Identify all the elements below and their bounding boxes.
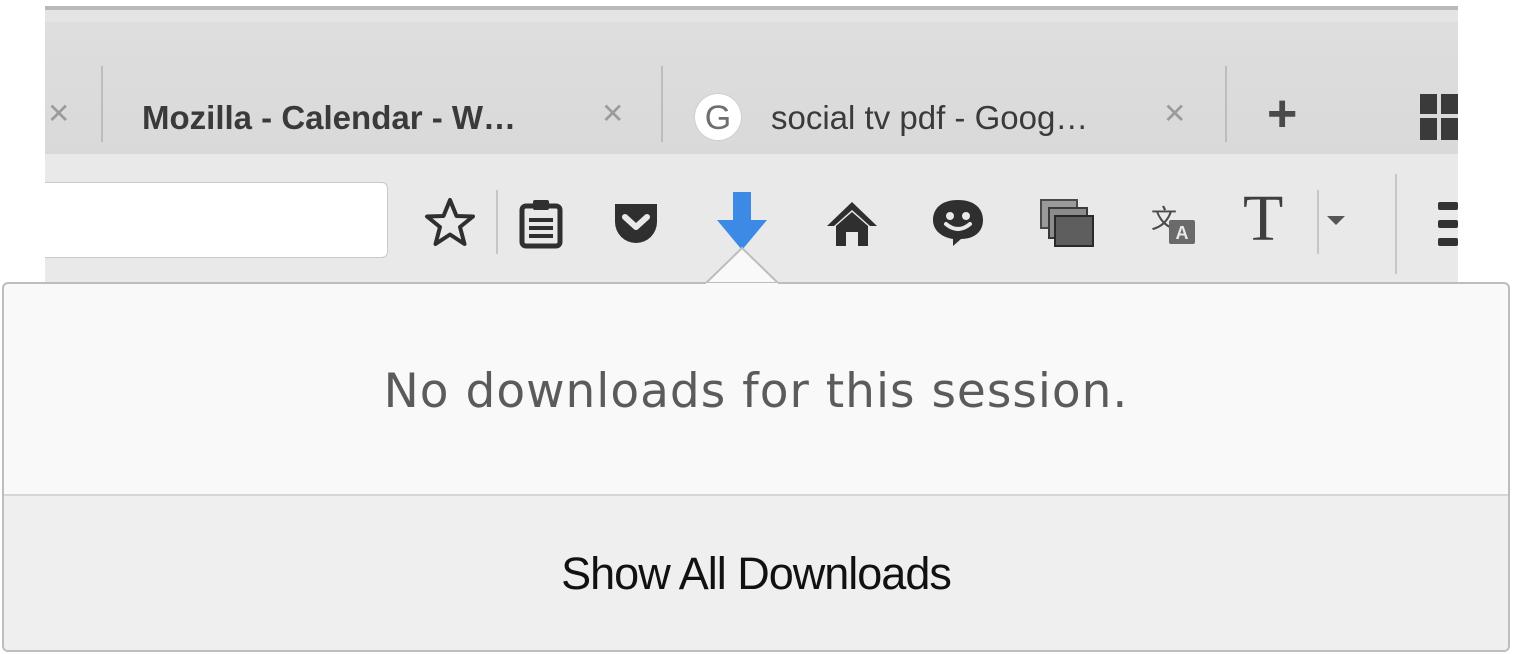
tab-title: Mozilla - Calendar - W… bbox=[142, 99, 517, 136]
font-t-icon[interactable]: T bbox=[1243, 184, 1283, 254]
url-bar[interactable] bbox=[45, 182, 388, 258]
downloads-panel: No downloads for this session. Show All … bbox=[2, 282, 1510, 652]
tab-strip: ✕ Mozilla - Calendar - W… ✕ G social tv … bbox=[45, 22, 1458, 156]
translate-icon[interactable]: 文 A bbox=[1145, 194, 1203, 252]
panel-arrow bbox=[706, 246, 778, 284]
pocket-icon[interactable] bbox=[607, 194, 665, 252]
home-icon[interactable] bbox=[823, 194, 881, 252]
apps-grid-icon[interactable] bbox=[1420, 94, 1458, 147]
star-bookmark-icon[interactable] bbox=[421, 194, 479, 252]
tab-separator bbox=[661, 66, 663, 142]
show-all-downloads-button[interactable]: Show All Downloads bbox=[4, 496, 1508, 650]
toolbar-separator bbox=[1395, 174, 1397, 274]
tab-close-icon[interactable]: ✕ bbox=[1163, 100, 1186, 128]
menu-icon[interactable] bbox=[1438, 202, 1458, 246]
tab-title: social tv pdf - Goog… bbox=[771, 99, 1089, 136]
screenshot-icon[interactable] bbox=[1037, 194, 1095, 252]
tab-close-icon[interactable]: ✕ bbox=[601, 100, 624, 128]
toolbar-separator bbox=[1317, 190, 1319, 254]
smiley-icon[interactable] bbox=[929, 194, 987, 252]
previous-tab-close-icon[interactable]: ✕ bbox=[47, 100, 70, 128]
svg-text:A: A bbox=[1176, 223, 1189, 243]
google-g-icon: G bbox=[695, 94, 741, 140]
toolbar-separator bbox=[496, 190, 498, 254]
svg-text:G: G bbox=[705, 99, 731, 137]
reading-list-icon[interactable] bbox=[513, 194, 571, 252]
new-tab-button[interactable]: + bbox=[1267, 88, 1297, 140]
empty-downloads-message: No downloads for this session. bbox=[383, 364, 1129, 419]
tab-separator bbox=[1225, 66, 1227, 142]
tab-separator bbox=[101, 66, 103, 142]
screen: ✕ Mozilla - Calendar - W… ✕ G social tv … bbox=[0, 0, 1513, 654]
chevron-down-icon[interactable] bbox=[1327, 216, 1345, 225]
